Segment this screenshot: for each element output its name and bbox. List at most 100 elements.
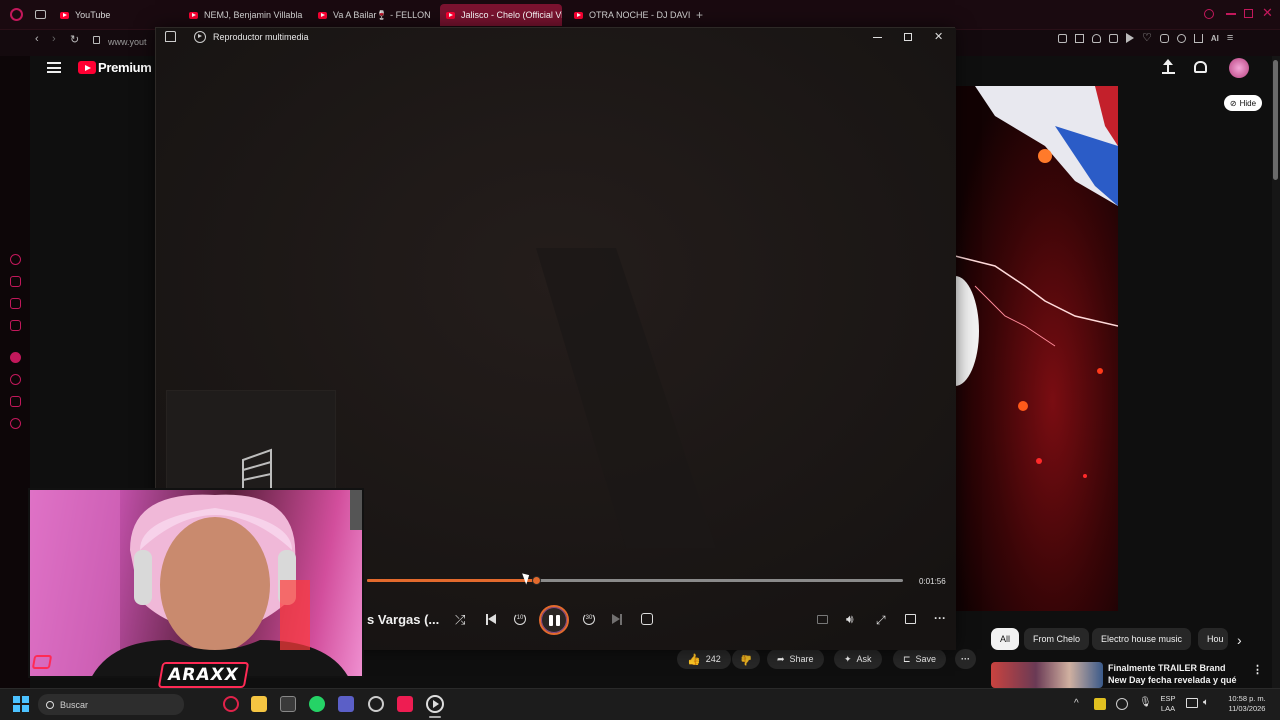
rewind-10-icon[interactable]: 10 <box>514 613 526 625</box>
sidebar-settings-icon[interactable] <box>10 418 21 429</box>
language-indicator[interactable]: ESP LAA <box>1158 694 1178 714</box>
volume-icon[interactable]: 🔊︎ <box>846 612 854 627</box>
snapshot-icon[interactable] <box>1075 33 1084 43</box>
tray-network-icon[interactable] <box>1116 698 1128 710</box>
share-label: Share <box>789 654 814 664</box>
whatsapp-icon[interactable] <box>309 696 325 712</box>
bookmark-icon[interactable] <box>1058 33 1067 43</box>
url-field[interactable]: www.yout <box>108 32 158 52</box>
mini-player-icon[interactable] <box>905 614 916 624</box>
sidebar-active-icon[interactable] <box>10 352 21 363</box>
recommendation-thumbnail[interactable] <box>991 662 1103 688</box>
clock[interactable]: 10:58 p. m. 11/03/2026 <box>1222 694 1272 714</box>
opera-logo-icon[interactable] <box>10 8 23 21</box>
recommendation-more-icon[interactable]: ⋮ <box>1252 663 1263 676</box>
next-track-icon[interactable] <box>612 614 622 625</box>
player-maximize-icon[interactable] <box>904 33 912 41</box>
translate-icon[interactable] <box>1109 33 1118 43</box>
start-windows-icon[interactable] <box>13 696 29 712</box>
notifications-bell-icon[interactable] <box>1194 61 1207 73</box>
upload-icon[interactable] <box>1162 59 1175 74</box>
avatar[interactable] <box>1229 58 1249 78</box>
heart-icon[interactable]: ♡ <box>1142 33 1152 44</box>
teams-icon[interactable] <box>338 696 354 712</box>
tray-mic-icon[interactable]: 🎙︎ <box>1139 697 1152 708</box>
webcam-overlay <box>28 488 364 678</box>
tab-jalisco-active[interactable]: Jalisco - Chelo (Official Vi <box>440 4 562 26</box>
ai-icon[interactable]: AI <box>1211 34 1219 43</box>
seek-bar-thumb[interactable] <box>531 576 541 585</box>
close-browser-icon[interactable]: ✕ <box>1262 5 1273 21</box>
display-icon[interactable] <box>1186 698 1198 708</box>
youtube-logo-icon[interactable] <box>78 61 96 74</box>
like-button[interactable]: 👍 242 <box>677 649 731 669</box>
tiktok-icon[interactable] <box>397 696 413 712</box>
hide-button[interactable]: ⊘ Hide <box>1224 95 1262 111</box>
workspaces-icon[interactable] <box>35 10 46 19</box>
taskbar-search[interactable]: Buscar <box>38 694 184 715</box>
file-explorer-icon[interactable] <box>251 696 267 712</box>
sidebar-messenger-icon[interactable] <box>10 298 21 309</box>
new-tab-plus-icon[interactable]: + <box>696 8 703 22</box>
account-icon[interactable] <box>1176 33 1186 43</box>
chatgpt-icon[interactable] <box>368 696 384 712</box>
sidebar-speed-dial-icon[interactable] <box>10 254 21 265</box>
download-icon[interactable] <box>1193 33 1203 43</box>
volume-tray-icon[interactable]: 🔈︎ <box>1203 697 1209 708</box>
player-close-icon[interactable]: ✕ <box>934 30 943 43</box>
sidebar-history-icon[interactable] <box>10 374 21 385</box>
dislike-button[interactable]: 👍 <box>732 649 761 669</box>
player-minimize-icon[interactable] <box>873 37 882 38</box>
youtube-premium-logo[interactable]: Premium <box>98 60 152 75</box>
sidebar-shopping-icon[interactable] <box>10 276 21 287</box>
reload-icon[interactable]: ↻ <box>70 33 79 46</box>
forward-30-icon[interactable]: 30 <box>583 613 595 625</box>
sidebar-chat-icon[interactable] <box>10 396 21 407</box>
menu-icon[interactable]: ≡ <box>1227 33 1233 44</box>
shield-icon[interactable] <box>1092 33 1101 43</box>
seek-bar[interactable] <box>367 576 903 585</box>
youtube-favicon-icon <box>574 11 583 19</box>
captions-icon[interactable] <box>817 615 828 624</box>
share-button[interactable]: ➦ Share <box>767 649 824 669</box>
forward-icon[interactable]: › <box>52 33 56 45</box>
previous-track-icon[interactable] <box>486 614 496 625</box>
minimize-browser-icon[interactable] <box>1226 13 1236 15</box>
search-tabs-icon[interactable] <box>1204 9 1214 19</box>
ask-button[interactable]: ✦ Ask <box>834 649 882 669</box>
tab-va-a-bailar[interactable]: Va A Bailar🍷 - FELLON ✕ <box>312 4 434 26</box>
media-player-taskbar-icon[interactable] <box>426 695 444 713</box>
repeat-off-icon[interactable] <box>641 613 653 625</box>
player-home-icon[interactable] <box>165 31 176 42</box>
chips-next-chevron-icon[interactable]: › <box>1237 632 1242 648</box>
pause-button[interactable] <box>539 605 569 635</box>
like-count: 242 <box>705 654 721 664</box>
save-button[interactable]: ⊏ Save <box>893 649 947 669</box>
play-extension-icon[interactable] <box>1126 33 1134 43</box>
video-thumbnail[interactable] <box>955 86 1118 611</box>
sidebar-music-icon[interactable] <box>10 320 21 331</box>
store-icon[interactable] <box>280 696 296 712</box>
ask-label: Ask <box>856 654 872 664</box>
chip-all[interactable]: All <box>991 628 1020 650</box>
maximize-browser-icon[interactable] <box>1244 9 1253 18</box>
youtube-menu-icon[interactable] <box>47 62 61 73</box>
opera-taskbar-icon[interactable] <box>223 696 239 712</box>
tray-app-icon[interactable] <box>1094 698 1106 710</box>
chip-electro-house[interactable]: Electro house music <box>1092 628 1192 650</box>
shuffle-icon[interactable]: ⤮ <box>455 612 465 628</box>
tab-nemj[interactable]: NEMJ, Benjamin Villablanc <box>183 4 303 26</box>
tab-otra-noche[interactable]: OTRA NOCHE - DJ DAVID <box>568 4 690 26</box>
extensions-icon[interactable] <box>1159 33 1169 43</box>
tray-overflow-chevron-icon[interactable]: ^ <box>1074 698 1079 709</box>
pause-bar-right <box>556 615 560 626</box>
chip-house[interactable]: Hou <box>1198 628 1228 650</box>
player-more-icon[interactable]: ··· <box>934 611 946 625</box>
tab-label: OTRA NOCHE - DJ DAVID <box>589 10 690 20</box>
tab-youtube[interactable]: YouTube <box>54 4 174 26</box>
scrollbar-thumb[interactable] <box>1273 60 1278 180</box>
back-icon[interactable]: ‹ <box>35 33 39 45</box>
more-actions-button[interactable]: ··· <box>955 649 976 669</box>
chip-from-chelo[interactable]: From Chelo <box>1024 628 1090 650</box>
fullscreen-icon[interactable]: ⤢ <box>876 613 886 628</box>
